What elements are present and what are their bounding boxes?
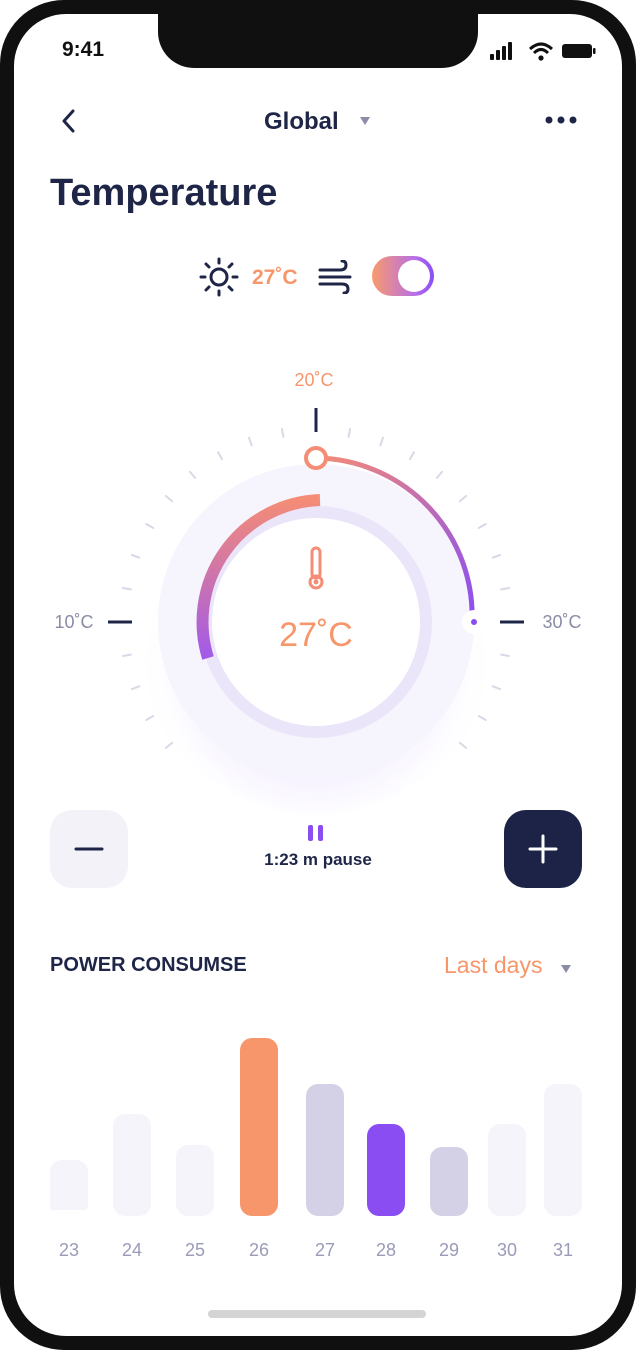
chart-tick-label: 30 <box>497 1240 517 1260</box>
dial-tick <box>477 715 487 721</box>
dial-tick <box>145 715 155 721</box>
dial-tick <box>459 495 468 503</box>
more-horizontal-icon[interactable] <box>544 110 578 130</box>
chart-tick-label: 29 <box>439 1240 459 1260</box>
chart-bar-28[interactable] <box>367 1124 405 1216</box>
dial-tick <box>189 470 197 479</box>
chart-tick-label: 25 <box>185 1240 205 1260</box>
signal-icon <box>490 42 512 60</box>
dial-tick <box>164 741 173 749</box>
dial-tick <box>217 451 223 461</box>
dial-tick <box>130 553 141 559</box>
dial-min-label: 10˚C <box>54 612 93 632</box>
chart-bar-31[interactable] <box>544 1084 582 1216</box>
dial-tick <box>500 586 511 591</box>
battery-icon <box>562 44 596 58</box>
plus-icon[interactable] <box>504 810 582 888</box>
dial-tick <box>247 436 253 447</box>
chart-tick-label: 26 <box>249 1240 269 1260</box>
dial-tick <box>121 586 132 591</box>
screen: 9:41 Global Temperature 27˚C 20˚C 10˚C 3… <box>14 14 622 1336</box>
dial-tick <box>491 685 502 691</box>
increase-button[interactable] <box>504 810 582 888</box>
dial-current-temp: 27˚C <box>279 616 353 654</box>
home-indicator <box>208 1310 426 1318</box>
wind-icon <box>318 260 352 294</box>
location-selector[interactable]: Global <box>264 108 339 136</box>
toggle-knob[interactable] <box>398 260 430 292</box>
power-chart: 23 24 25 26 27 28 29 30 31 <box>14 1038 622 1260</box>
chart-tick-label: 24 <box>122 1240 142 1260</box>
dial-tick <box>435 470 443 479</box>
dial-tick <box>130 685 141 691</box>
chart-bar-26[interactable] <box>240 1038 278 1216</box>
minus-icon[interactable] <box>50 810 128 888</box>
dial-tick <box>459 741 468 749</box>
status-time: 9:41 <box>62 38 105 61</box>
back-button[interactable] <box>54 106 84 136</box>
timer-text: 1:23 m pause <box>264 850 372 869</box>
chart-tick-label: 31 <box>553 1240 573 1260</box>
chart-bar-30[interactable] <box>488 1124 526 1216</box>
fan-toggle[interactable] <box>372 256 434 296</box>
chart-bar-29[interactable] <box>430 1147 468 1216</box>
sun-icon <box>199 257 239 297</box>
outdoor-temp: 27˚C <box>252 266 298 289</box>
dial-tick <box>280 427 285 438</box>
range-selector[interactable]: Last days <box>444 952 573 982</box>
mode-row: 27˚C <box>198 254 448 300</box>
dial-tick <box>500 653 511 658</box>
chart-tick-label: 28 <box>376 1240 396 1260</box>
dial-mid-label: 20˚C <box>294 370 333 390</box>
dial-tick <box>347 427 352 438</box>
chart-bar-27[interactable] <box>306 1084 344 1216</box>
thermostat-dial[interactable]: 20˚C 10˚C 30˚C 27˚C <box>14 354 622 824</box>
dial-tick <box>477 523 487 529</box>
dial-tick <box>379 436 385 447</box>
pause-icon[interactable] <box>306 824 326 842</box>
chart-tick-label: 27 <box>315 1240 335 1260</box>
dial-tick <box>164 495 173 503</box>
chart-bar-25[interactable] <box>176 1145 214 1216</box>
page-title: Temperature <box>50 172 278 214</box>
range-label[interactable]: Last days <box>444 952 542 978</box>
chart-tick-label: 23 <box>59 1240 79 1260</box>
power-section-title: POWER CONSUMSE <box>50 954 247 976</box>
dial-tick <box>145 523 155 529</box>
dial-tick <box>121 653 132 658</box>
chevron-left-icon <box>62 109 75 133</box>
dial-start-handle <box>304 446 328 470</box>
chart-bar-23[interactable] <box>50 1160 88 1216</box>
chart-bar-24[interactable] <box>113 1114 151 1216</box>
dial-tick <box>491 553 502 559</box>
caret-down-icon[interactable] <box>559 963 573 975</box>
dial-max-label: 30˚C <box>542 612 581 632</box>
wifi-icon <box>528 42 554 61</box>
phone-frame: 9:41 Global Temperature 27˚C 20˚C 10˚C 3… <box>0 0 636 1350</box>
caret-down-icon[interactable] <box>358 115 372 127</box>
dial-tick <box>409 451 415 461</box>
status-icons <box>490 42 596 61</box>
notch <box>158 14 478 68</box>
decrease-button[interactable] <box>50 810 128 888</box>
